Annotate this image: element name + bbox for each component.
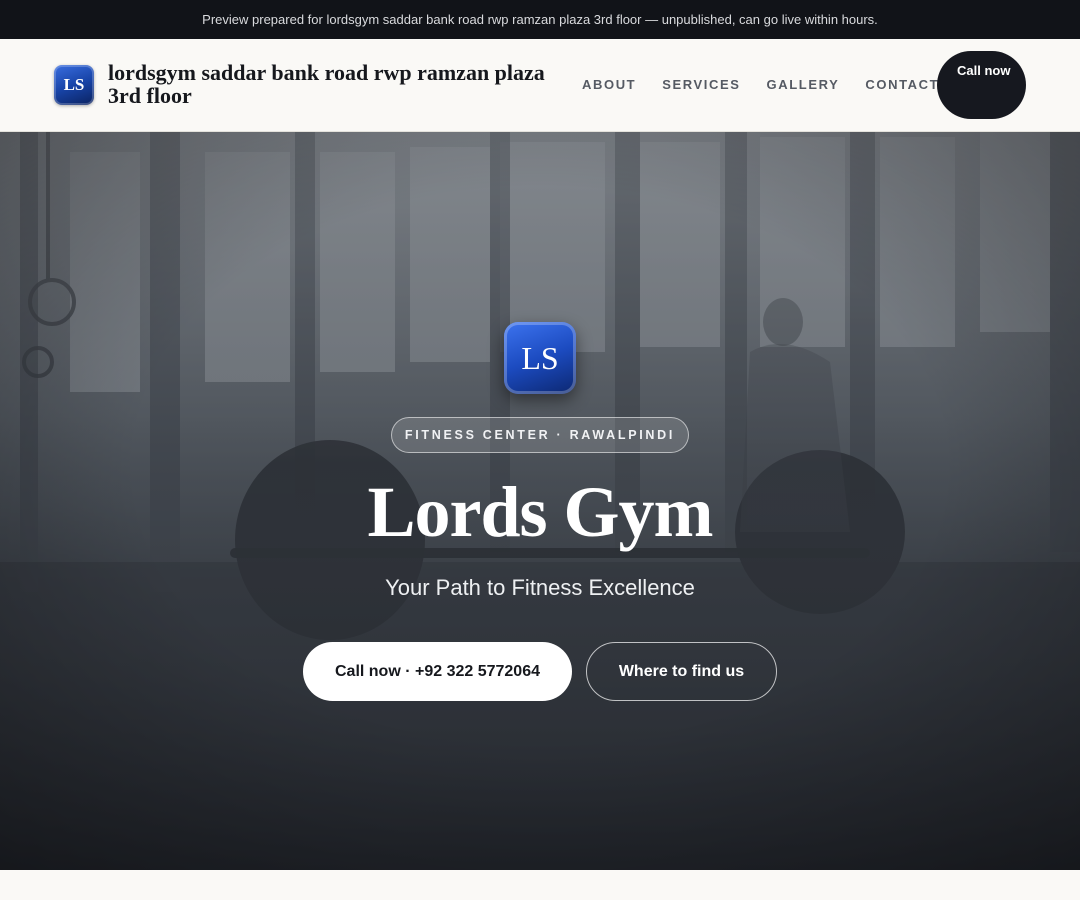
nav-item-contact[interactable]: CONTACT xyxy=(865,77,939,92)
hero-title: Lords Gym xyxy=(367,472,713,552)
nav-item-about[interactable]: ABOUT xyxy=(582,77,636,92)
main-nav: ABOUT SERVICES GALLERY CONTACT xyxy=(582,77,939,92)
preview-banner: Preview prepared for lordsgym saddar ban… xyxy=(0,0,1080,39)
brand-name[interactable]: lordsgym saddar bank road rwp ramzan pla… xyxy=(108,61,568,107)
next-section-edge xyxy=(0,870,1080,900)
site-header: LS lordsgym saddar bank road rwp ramzan … xyxy=(0,39,1080,132)
hero-section: LS FITNESS CENTER · RAWALPINDI Lords Gym… xyxy=(0,132,1080,870)
call-now-button[interactable]: Call now · +92 322 5772064 xyxy=(303,642,572,701)
brand-logo[interactable]: LS xyxy=(54,65,94,105)
header-call-button[interactable]: Call now xyxy=(937,51,1026,119)
nav-item-services[interactable]: SERVICES xyxy=(662,77,740,92)
hero-eyebrow-badge: FITNESS CENTER · RAWALPINDI xyxy=(391,417,689,453)
hero-content: LS FITNESS CENTER · RAWALPINDI Lords Gym… xyxy=(0,132,1080,870)
preview-banner-text: Preview prepared for lordsgym saddar ban… xyxy=(202,12,878,27)
find-us-button[interactable]: Where to find us xyxy=(586,642,777,701)
nav-item-gallery[interactable]: GALLERY xyxy=(767,77,840,92)
hero-logo: LS xyxy=(504,322,576,394)
hero-subtitle: Your Path to Fitness Excellence xyxy=(385,575,695,600)
